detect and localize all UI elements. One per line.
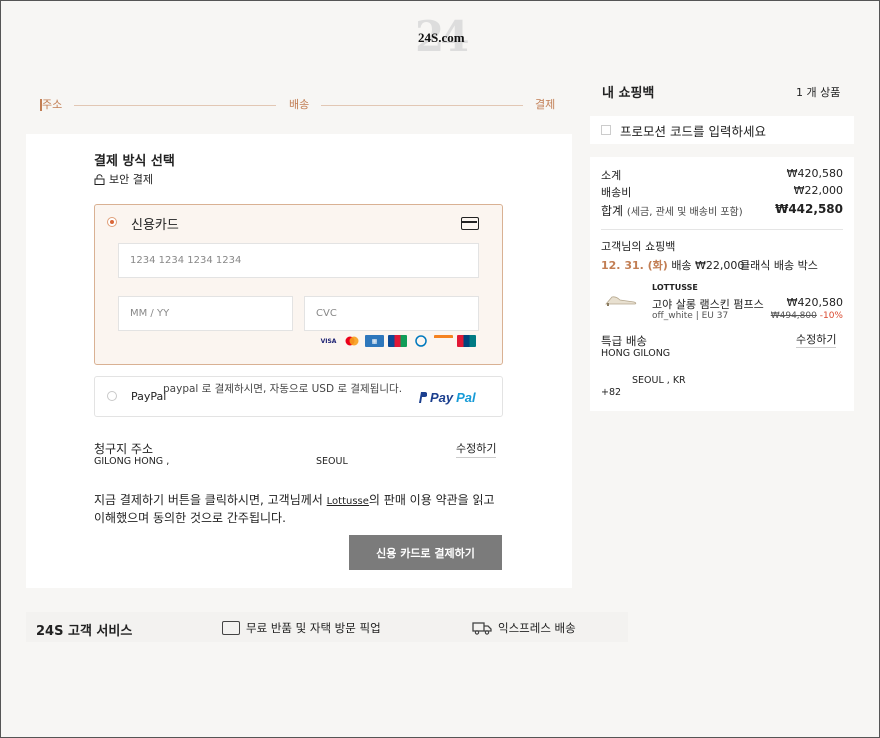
cart-title: 내 쇼핑백 bbox=[602, 86, 655, 101]
cvc-input[interactable]: CVC bbox=[304, 296, 479, 331]
total-row: 합계 (세금, 관세 및 배송비 포함) ₩442,580 bbox=[601, 202, 843, 218]
billing-title: 청구지 주소 bbox=[94, 442, 154, 456]
step-address[interactable]: 주소 bbox=[42, 96, 62, 112]
item-name[interactable]: 고야 살롱 램스킨 펌프스 bbox=[652, 298, 764, 311]
step-shipping[interactable]: 배송 bbox=[289, 96, 309, 112]
delivery-row: 12. 31. (화) 배송 ₩22,000 클래식 배송 박스 bbox=[601, 257, 818, 273]
step-line bbox=[321, 105, 523, 106]
secure-payment: 보안 결제 bbox=[94, 171, 153, 187]
express-delivery[interactable]: 익스프레스 배송 bbox=[472, 620, 576, 636]
customer-service-bar: 24S 고객 서비스 무료 반품 및 자택 방문 픽업 익스프레스 배송 bbox=[26, 612, 628, 642]
checkout-steps: 주소 배송 결제 bbox=[40, 96, 556, 114]
express-name: HONG GILONG bbox=[601, 348, 671, 359]
credit-card-icon bbox=[461, 217, 479, 230]
express-edit-button[interactable]: 수정하기 bbox=[796, 331, 837, 348]
billing-city: SEOUL bbox=[316, 456, 348, 467]
expiry-input[interactable]: MM / YY bbox=[118, 296, 293, 331]
delivery-type[interactable]: 클래식 배송 박스 bbox=[740, 257, 818, 273]
promo-label: 프로모션 코드를 입력하세요 bbox=[620, 124, 766, 139]
step-line bbox=[74, 105, 276, 106]
jcb-icon bbox=[388, 335, 407, 347]
billing-edit-button[interactable]: 수정하기 bbox=[456, 440, 497, 458]
paypal-note: paypal 로 결제하시면, 자동으로 USD 로 결제됩니다. bbox=[163, 383, 403, 395]
item-brand: LOTTUSSE bbox=[652, 283, 698, 292]
terms-text: 지금 결제하기 버튼을 클릭하시면, 고객님께서 Lottusse의 판매 이용… bbox=[94, 493, 495, 525]
credit-card-option[interactable]: 신용카드 1234 1234 1234 1234 MM / YY CVC VIS… bbox=[94, 204, 503, 365]
diners-icon bbox=[411, 335, 430, 347]
free-return[interactable]: 무료 반품 및 자택 방문 픽업 bbox=[222, 620, 381, 636]
pay-button[interactable]: 신용 카드로 결제하기 bbox=[349, 535, 502, 570]
discover-icon bbox=[434, 335, 453, 347]
item-details: off_white | EU 37 ₩494,800 -10% bbox=[652, 311, 843, 321]
promo-code-toggle[interactable]: 프로모션 코드를 입력하세요 bbox=[590, 116, 854, 144]
lock-icon bbox=[94, 173, 105, 185]
paypal-icon bbox=[419, 392, 427, 403]
subtotal-row: 소계 ₩420,580 bbox=[601, 167, 843, 182]
page-title: 결제 방식 선택 bbox=[94, 154, 175, 169]
secure-label: 보안 결제 bbox=[109, 173, 153, 186]
mastercard-icon bbox=[342, 335, 361, 347]
payment-panel: 결제 방식 선택 보안 결제 신용카드 1234 1234 1234 1234 … bbox=[26, 134, 572, 588]
paypal-logo: Pay Pal bbox=[417, 390, 476, 405]
promo-checkbox[interactable] bbox=[601, 125, 611, 135]
credit-card-radio[interactable] bbox=[107, 217, 117, 227]
paypal-radio[interactable] bbox=[107, 391, 117, 401]
credit-card-label: 신용카드 bbox=[131, 218, 179, 233]
item-name-row: 고야 살롱 램스킨 펌프스 ₩420,580 bbox=[652, 296, 843, 311]
product-thumbnail[interactable] bbox=[604, 292, 638, 306]
step-payment: 결제 bbox=[535, 98, 556, 111]
service-title: 24S 고객 서비스 bbox=[36, 624, 133, 639]
card-number-input[interactable]: 1234 1234 1234 1234 bbox=[118, 243, 479, 278]
truck-icon bbox=[472, 622, 492, 635]
bag-label: 고객님의 쇼핑백 bbox=[601, 240, 676, 253]
amex-icon: ▦ bbox=[365, 335, 384, 347]
terms-link[interactable]: Lottusse bbox=[327, 496, 369, 507]
logo-text: 24S.com bbox=[418, 30, 465, 45]
billing-name: GILONG HONG , bbox=[94, 456, 170, 467]
card-brand-logos: VISA ▦ bbox=[319, 335, 476, 347]
site-logo[interactable]: 24 24S.com bbox=[405, 12, 475, 61]
divider bbox=[601, 229, 843, 230]
express-phone: +82 bbox=[601, 387, 622, 398]
unionpay-icon bbox=[457, 335, 476, 347]
paypal-label: PayPal bbox=[131, 390, 167, 403]
paypal-option[interactable]: PayPal paypal 로 결제하시면, 자동으로 USD 로 결제됩니다.… bbox=[94, 376, 503, 417]
cart-count: 1 개 상품 bbox=[796, 86, 841, 99]
visa-icon: VISA bbox=[320, 337, 337, 345]
express-city: SEOUL , KR bbox=[632, 375, 686, 386]
shipping-row: 배송비 ₩22,000 bbox=[601, 184, 843, 199]
return-box-icon bbox=[222, 621, 240, 635]
order-summary: 소계 ₩420,580 배송비 ₩22,000 합계 (세금, 관세 및 배송비 포… bbox=[590, 157, 854, 411]
